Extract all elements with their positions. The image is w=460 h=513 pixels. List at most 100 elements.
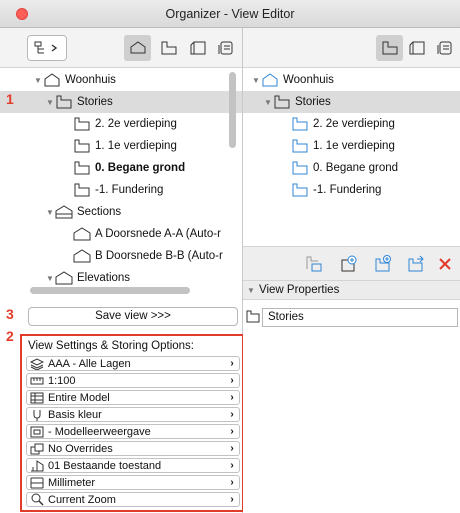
tree-item-label: A Doorsnede A-A (Auto-r xyxy=(95,228,221,240)
view-settings-header: View Settings & Storing Options: xyxy=(28,340,194,352)
story-icon xyxy=(291,116,309,132)
project-house-icon xyxy=(261,72,279,88)
tree-item-woonhuis[interactable]: ▼ Woonhuis xyxy=(243,69,460,91)
view-map-icon xyxy=(161,41,176,55)
pen-set-icon xyxy=(29,409,45,421)
new-folder-button[interactable] xyxy=(374,255,392,273)
publisher-sets-icon xyxy=(437,41,451,55)
renovation-filter-select[interactable]: 01 Bestaande toestand › xyxy=(26,458,240,473)
option-label: 01 Bestaande toestand xyxy=(48,459,162,472)
tree-item-story[interactable]: 1. 1e verdieping xyxy=(243,135,460,157)
disclosure-triangle-icon[interactable]: ▼ xyxy=(251,76,261,85)
story-icon xyxy=(73,160,91,176)
zoom-select[interactable]: Current Zoom › xyxy=(26,492,240,507)
layout-book-tab-right[interactable] xyxy=(403,35,430,61)
tree-item-story[interactable]: 0. Begane grond xyxy=(0,157,242,179)
tree-item-story[interactable]: -1. Fundering xyxy=(0,179,242,201)
view-settings-panel: View Settings & Storing Options: AAA - A… xyxy=(20,334,244,512)
option-label: No Overrides xyxy=(48,442,113,455)
clone-folder-icon xyxy=(306,256,322,272)
tree-item-label: Elevations xyxy=(77,272,131,284)
option-label: AAA - Alle Lagen xyxy=(48,357,131,370)
disclosure-triangle-icon[interactable]: ▼ xyxy=(45,208,55,217)
tree-item-label: 2. 2e verdieping xyxy=(95,118,177,130)
pen-set-select[interactable]: Basis kleur › xyxy=(26,407,240,422)
tree-item-label: Woonhuis xyxy=(65,74,116,86)
option-label: Basis kleur xyxy=(48,408,102,421)
tree-item-story[interactable]: 2. 2e verdieping xyxy=(243,113,460,135)
tree-item-label: 0. Begane grond xyxy=(95,162,186,174)
dimension-select[interactable]: Millimeter › xyxy=(26,475,240,490)
tree-item-label: Sections xyxy=(77,206,122,218)
right-toolbar xyxy=(243,28,460,68)
tree-item-section[interactable]: A Doorsnede A-A (Auto-r xyxy=(0,223,242,245)
disclosure-triangle-icon[interactable]: ▼ xyxy=(263,98,273,107)
left-panel: ▼ Woonhuis ▼ Stories 2. 2e verdieping 1.… xyxy=(0,28,244,513)
view-name-row: Stories xyxy=(243,308,458,327)
tree-item-story[interactable]: -1. Fundering xyxy=(243,179,460,201)
save-view-button[interactable]: Save view >>> xyxy=(28,307,238,326)
new-view-icon xyxy=(341,255,357,272)
scale-select[interactable]: 1:100 › xyxy=(26,373,240,388)
view-properties-title: View Properties xyxy=(259,284,340,296)
tree-item-stories[interactable]: ▼ Stories xyxy=(243,91,460,113)
disclosure-triangle-icon[interactable]: ▼ xyxy=(33,76,43,85)
stories-icon xyxy=(273,94,291,110)
section-icon xyxy=(73,226,91,242)
view-map-tab[interactable] xyxy=(155,35,182,61)
move-view-icon xyxy=(408,255,424,272)
tree-item-woonhuis[interactable]: ▼ Woonhuis xyxy=(0,69,242,91)
tree-item-label: 2. 2e verdieping xyxy=(313,118,395,130)
publisher-sets-tab-right[interactable] xyxy=(431,35,458,61)
navigator-popup-button[interactable] xyxy=(27,35,67,61)
project-map-tab[interactable] xyxy=(124,35,151,61)
layer-combination-select[interactable]: AAA - Alle Lagen › xyxy=(26,356,240,371)
layout-book-icon xyxy=(190,41,205,55)
annotation-number: 3 xyxy=(6,306,14,322)
tree-item-section[interactable]: B Doorsnede B-B (Auto-r xyxy=(0,245,242,267)
tree-item-sections[interactable]: ▼ Sections xyxy=(0,201,242,223)
renovation-icon xyxy=(29,459,45,472)
delete-button[interactable] xyxy=(436,255,454,273)
tree-item-story[interactable]: 0. Begane grond xyxy=(243,157,460,179)
tree-item-story[interactable]: 1. 1e verdieping xyxy=(0,135,242,157)
model-view-options-select[interactable]: - Modelleerweergave › xyxy=(26,424,240,439)
new-folder-icon xyxy=(375,255,391,272)
tree-item-stories[interactable]: ▼ Stories xyxy=(0,91,242,113)
vertical-scrollbar[interactable] xyxy=(229,72,236,148)
view-name-field[interactable]: Stories xyxy=(262,308,458,327)
chevron-right-icon: › xyxy=(230,375,234,386)
layout-book-tab[interactable] xyxy=(184,35,211,61)
clone-folder-button[interactable] xyxy=(305,255,323,273)
story-icon xyxy=(73,138,91,154)
chevron-right-icon: › xyxy=(230,477,234,488)
option-label: 1:100 xyxy=(48,374,76,387)
disclosure-triangle-icon[interactable]: ▼ xyxy=(45,98,55,107)
option-label: Current Zoom xyxy=(48,493,116,506)
stories-icon xyxy=(55,94,73,110)
tree-item-label: -1. Fundering xyxy=(95,184,164,196)
structure-display-select[interactable]: Entire Model › xyxy=(26,390,240,405)
view-map-tab-right[interactable] xyxy=(376,35,403,61)
graphic-overrides-select[interactable]: No Overrides › xyxy=(26,441,240,456)
window-title: Organizer - View Editor xyxy=(165,7,295,21)
chevron-right-icon: › xyxy=(230,494,234,505)
tree-item-story[interactable]: 2. 2e verdieping xyxy=(0,113,242,135)
elevations-icon xyxy=(55,270,73,286)
tree-item-label: B Doorsnede B-B (Auto-r xyxy=(95,250,223,262)
move-view-button[interactable] xyxy=(407,255,425,273)
tree-item-label: Stories xyxy=(295,96,331,108)
annotation-number: 2 xyxy=(6,328,14,344)
publisher-sets-tab[interactable] xyxy=(212,35,239,61)
zoom-icon xyxy=(29,493,45,506)
view-folder-icon xyxy=(246,310,260,326)
tree-item-label: 1. 1e verdieping xyxy=(313,140,395,152)
disclosure-triangle-icon[interactable]: ▼ xyxy=(45,274,55,283)
disclosure-triangle-icon[interactable]: ▼ xyxy=(243,286,259,295)
horizontal-scrollbar[interactable] xyxy=(30,287,190,294)
view-properties-header[interactable]: ▼ View Properties xyxy=(243,280,460,300)
tree-item-elevations[interactable]: ▼ Elevations xyxy=(0,267,242,289)
tree-item-label: -1. Fundering xyxy=(313,184,382,196)
new-view-button[interactable] xyxy=(340,255,358,273)
dimension-icon xyxy=(29,477,45,489)
